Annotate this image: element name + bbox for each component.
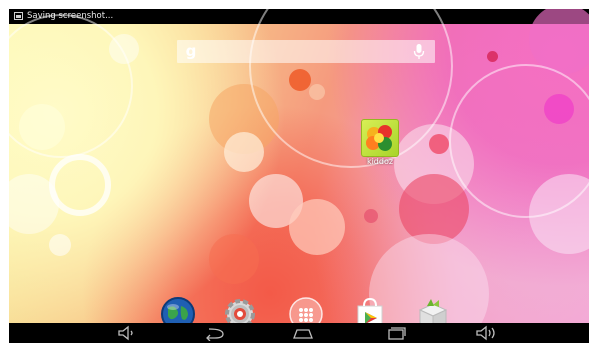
google-search-bar[interactable]: g — [177, 40, 435, 63]
recent-apps-icon[interactable] — [384, 325, 408, 341]
volume-down-icon[interactable] — [115, 325, 139, 341]
volume-up-icon[interactable] — [474, 325, 498, 341]
home-icon[interactable] — [291, 325, 315, 341]
kiddoz-icon[interactable] — [361, 119, 399, 157]
navigation-bar — [9, 323, 589, 343]
back-icon[interactable] — [203, 325, 227, 341]
app-label-kiddoz: kiddoz — [366, 157, 394, 166]
app-kiddoz[interactable]: kiddoz — [361, 119, 399, 175]
mic-icon[interactable] — [413, 43, 425, 60]
screenshot-icon — [14, 12, 23, 20]
android-screen: Saving screenshot... g kiddoz — [9, 9, 589, 343]
google-icon[interactable]: g — [183, 43, 199, 60]
home-wallpaper[interactable]: g kiddoz — [9, 9, 589, 343]
